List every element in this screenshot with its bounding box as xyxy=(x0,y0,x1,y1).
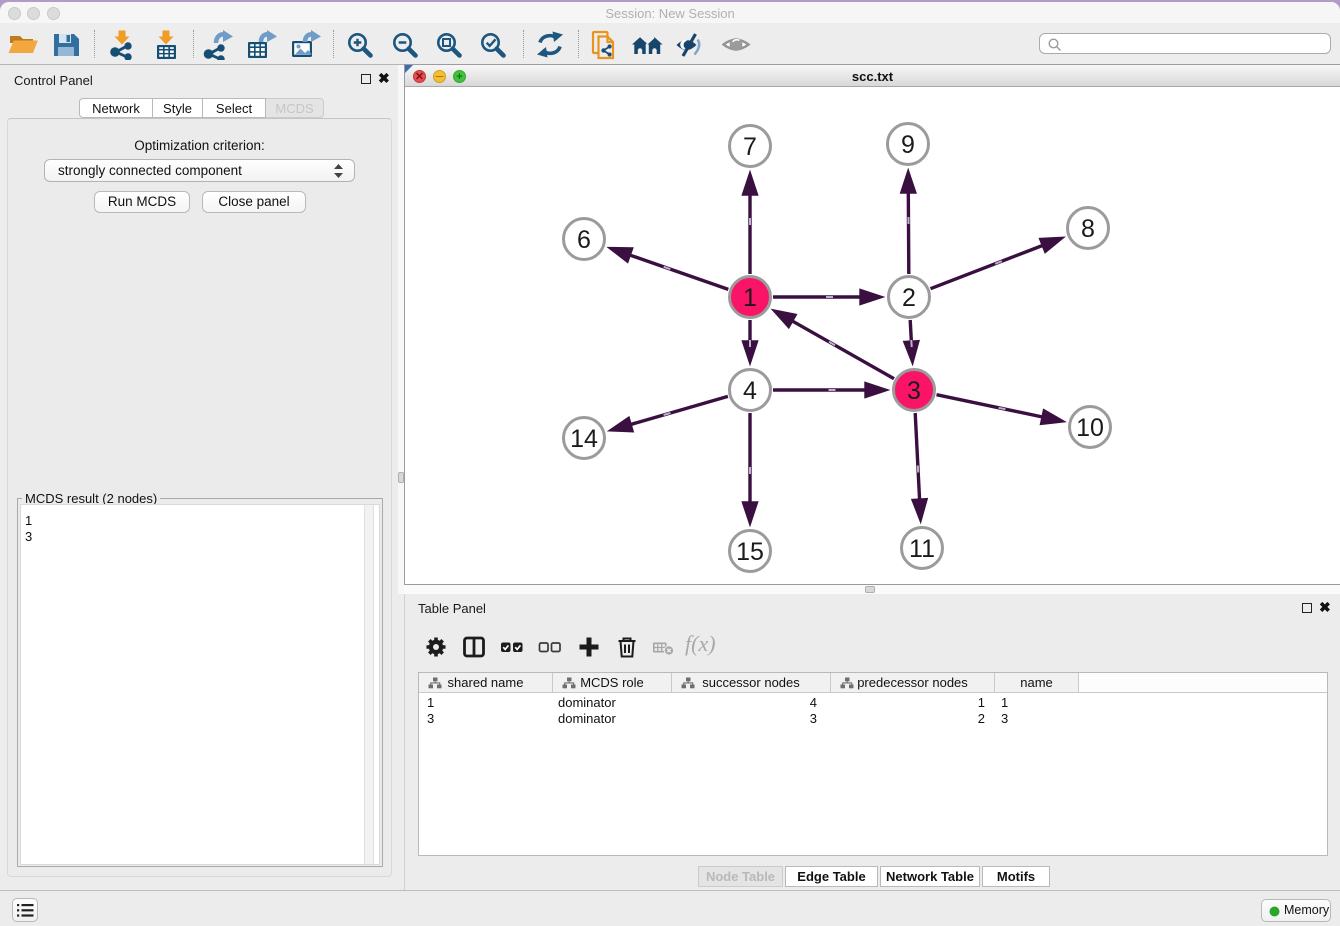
svg-text:10: 10 xyxy=(1076,414,1104,442)
svg-text:3: 3 xyxy=(907,377,921,405)
svg-text:11: 11 xyxy=(909,535,935,563)
svg-text:1: 1 xyxy=(743,284,757,312)
svg-text:7: 7 xyxy=(743,133,757,161)
svg-text:4: 4 xyxy=(743,377,757,405)
svg-text:9: 9 xyxy=(901,131,915,159)
svg-text:14: 14 xyxy=(570,425,598,453)
svg-text:8: 8 xyxy=(1081,215,1095,243)
svg-text:2: 2 xyxy=(902,284,916,312)
svg-text:15: 15 xyxy=(736,538,764,566)
svg-text:6: 6 xyxy=(577,226,591,254)
